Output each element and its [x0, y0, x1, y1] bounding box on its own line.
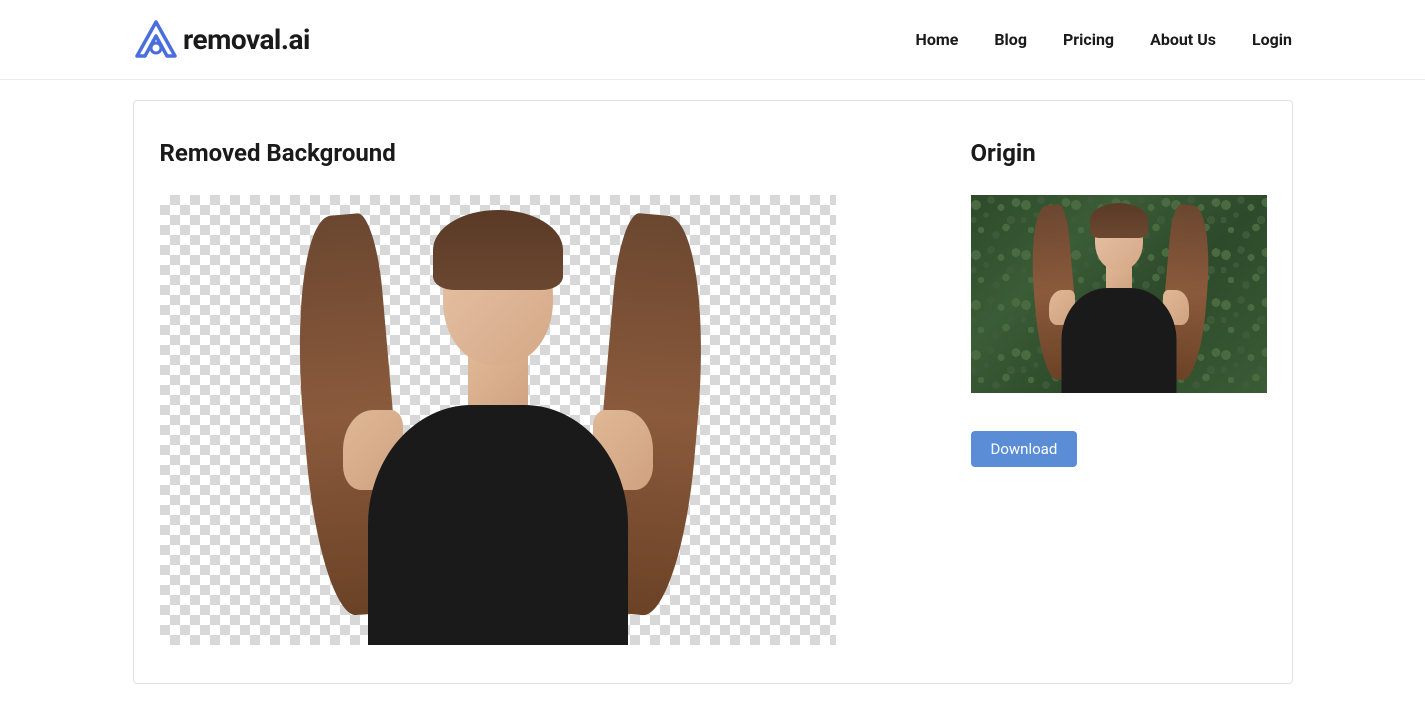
logo-icon: [133, 20, 179, 60]
person-cutout: [338, 225, 658, 645]
nav-blog[interactable]: Blog: [994, 30, 1027, 49]
nav-login[interactable]: Login: [1252, 30, 1292, 49]
header: removal.ai Home Blog Pricing About Us Lo…: [0, 0, 1425, 80]
nav: Home Blog Pricing About Us Login: [916, 30, 1292, 49]
download-button[interactable]: Download: [971, 431, 1078, 467]
origin-title: Origin: [971, 139, 1267, 167]
result-card: Removed Background Origin: [133, 100, 1293, 684]
removed-image: [160, 195, 836, 645]
nav-pricing[interactable]: Pricing: [1063, 30, 1114, 49]
logo[interactable]: removal.ai: [133, 20, 310, 60]
main-container: Removed Background Origin: [133, 100, 1293, 684]
removed-section: Removed Background: [160, 139, 836, 645]
logo-text: removal.ai: [183, 23, 310, 56]
nav-about-us[interactable]: About Us: [1150, 30, 1216, 49]
nav-home[interactable]: Home: [916, 30, 959, 49]
removed-title: Removed Background: [160, 139, 836, 167]
origin-image: [971, 195, 1267, 393]
origin-section: Origin Download: [971, 139, 1267, 645]
origin-person: [1049, 210, 1189, 393]
